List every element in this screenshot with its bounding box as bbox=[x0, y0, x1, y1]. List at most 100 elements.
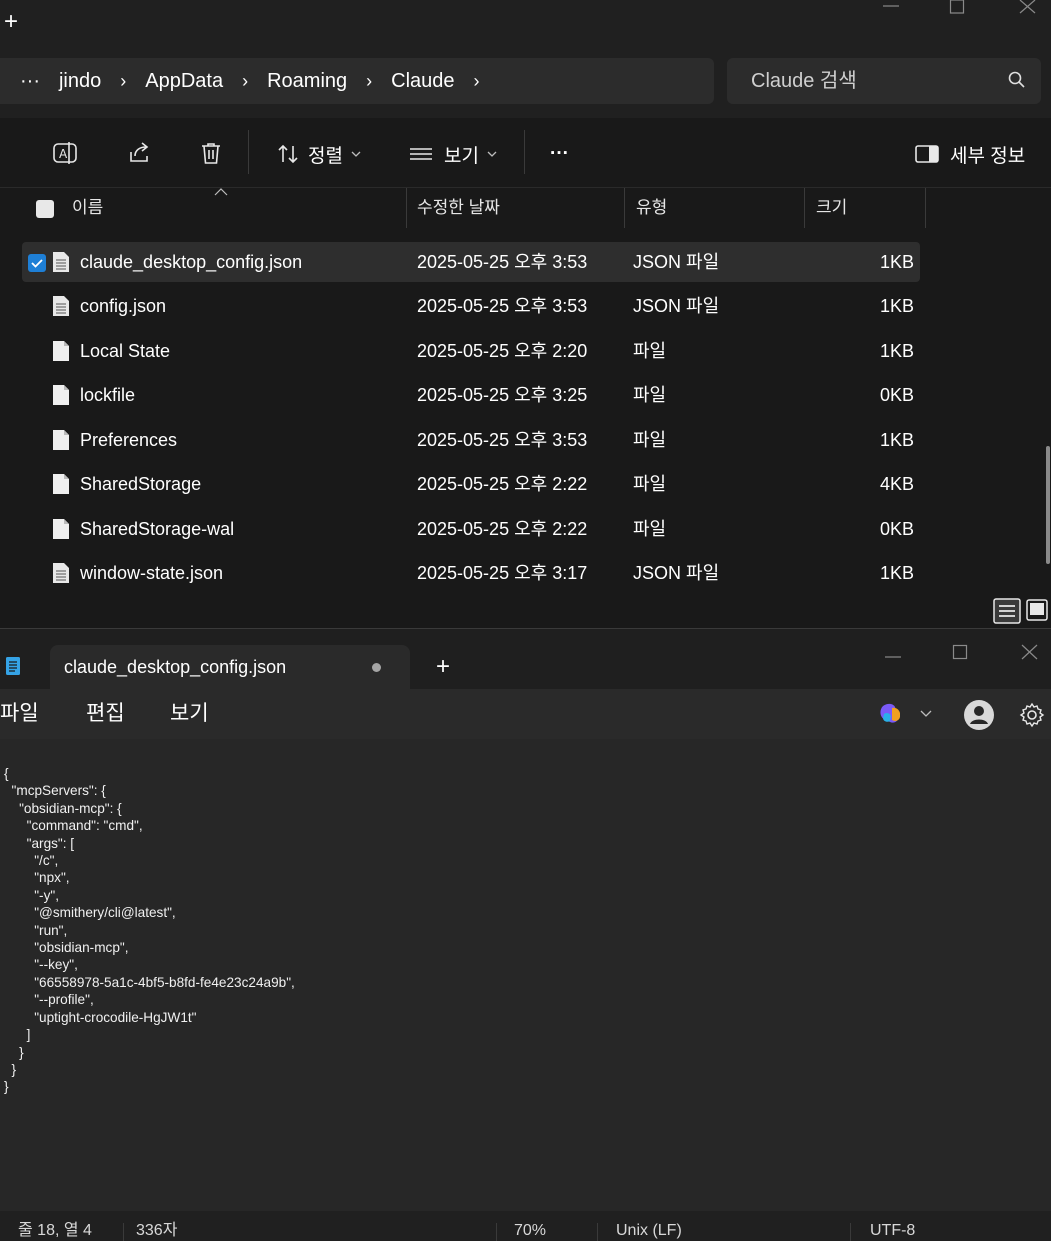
breadcrumb-separator[interactable]: › bbox=[474, 71, 480, 92]
row-checkbox[interactable] bbox=[28, 254, 46, 272]
status-divider bbox=[597, 1223, 598, 1241]
breadcrumb-overflow[interactable]: ··· bbox=[20, 70, 40, 93]
details-pane-icon bbox=[915, 145, 939, 163]
file-size: 1KB bbox=[879, 296, 914, 316]
status-encoding[interactable]: UTF-8 bbox=[870, 1223, 915, 1239]
details-pane-button[interactable]: 세부 정보 bbox=[914, 140, 1025, 168]
share-icon[interactable] bbox=[126, 140, 152, 166]
file-type: 파일 bbox=[633, 430, 667, 450]
breadcrumb-item-jindo[interactable]: jindo bbox=[59, 70, 101, 93]
sort-label: 정렬 bbox=[308, 145, 343, 167]
tiles-view-icon[interactable] bbox=[1025, 598, 1049, 624]
minimize-icon[interactable] bbox=[882, 0, 900, 12]
file-date: 2025-05-25 오후 3:25 bbox=[417, 385, 588, 405]
status-cursor-position[interactable]: 줄 18, 열 4 bbox=[18, 1223, 92, 1239]
column-divider[interactable] bbox=[406, 188, 407, 228]
notepad-window: claude_desktop_config.json + 파일 편집 보기 { … bbox=[0, 628, 1051, 1241]
file-row[interactable]: window-state.json 2025-05-25 오후 3:17 JSO… bbox=[22, 553, 920, 593]
blank-file-icon bbox=[53, 385, 69, 405]
new-tab-button[interactable]: + bbox=[4, 8, 18, 36]
file-date: 2025-05-25 오후 3:53 bbox=[417, 252, 588, 272]
status-divider bbox=[123, 1223, 124, 1241]
sort-button[interactable]: 정렬 bbox=[276, 140, 361, 168]
menu-view[interactable]: 보기 bbox=[170, 689, 209, 739]
breadcrumb-separator[interactable]: › bbox=[242, 71, 248, 92]
menu-file[interactable]: 파일 bbox=[0, 689, 39, 739]
minimize-icon[interactable] bbox=[884, 651, 902, 663]
close-icon[interactable] bbox=[1021, 644, 1039, 660]
chevron-down-icon[interactable] bbox=[920, 710, 932, 718]
file-type: 파일 bbox=[633, 385, 667, 405]
file-row[interactable]: SharedStorage 2025-05-25 오후 2:22 파일 4KB bbox=[22, 464, 920, 504]
view-button[interactable]: 보기 bbox=[408, 140, 497, 168]
new-tab-button[interactable]: + bbox=[436, 653, 450, 681]
breadcrumb-separator[interactable]: › bbox=[366, 71, 372, 92]
breadcrumb-item-claude[interactable]: Claude bbox=[391, 70, 454, 93]
tab-claude-desktop-config[interactable]: claude_desktop_config.json bbox=[50, 645, 410, 689]
search-box[interactable] bbox=[727, 58, 1041, 104]
svg-text:A: A bbox=[59, 147, 68, 161]
file-row[interactable]: Preferences 2025-05-25 오후 3:53 파일 1KB bbox=[22, 420, 920, 460]
file-row[interactable]: config.json 2025-05-25 오후 3:53 JSON 파일 1… bbox=[22, 286, 920, 326]
column-divider[interactable] bbox=[925, 188, 926, 228]
details-label: 세부 정보 bbox=[950, 145, 1026, 167]
file-size: 1KB bbox=[879, 430, 914, 450]
blank-file-icon bbox=[53, 519, 69, 539]
breadcrumb-item-roaming[interactable]: Roaming bbox=[267, 70, 347, 93]
file-row[interactable]: Local State 2025-05-25 오후 2:20 파일 1KB bbox=[22, 331, 920, 371]
view-toggle-group bbox=[993, 596, 1051, 626]
rename-icon[interactable]: A bbox=[52, 140, 78, 166]
file-type: JSON 파일 bbox=[633, 296, 720, 316]
toolbar-divider bbox=[248, 130, 249, 174]
file-name: Local State bbox=[80, 341, 171, 361]
json-file-icon bbox=[53, 563, 69, 583]
file-type: 파일 bbox=[633, 474, 667, 494]
select-all-checkbox[interactable] bbox=[36, 200, 54, 218]
menu-edit[interactable]: 편집 bbox=[86, 689, 125, 739]
delete-icon[interactable] bbox=[198, 140, 224, 166]
view-lines-icon bbox=[410, 148, 432, 160]
file-name: SharedStorage-wal bbox=[80, 519, 235, 539]
settings-gear-icon[interactable] bbox=[1019, 702, 1045, 728]
file-name: config.json bbox=[80, 296, 167, 316]
column-divider[interactable] bbox=[804, 188, 805, 228]
search-input[interactable] bbox=[727, 58, 987, 104]
copilot-icon[interactable] bbox=[878, 702, 904, 726]
column-divider[interactable] bbox=[624, 188, 625, 228]
notepad-menubar: 파일 편집 보기 bbox=[0, 689, 1051, 739]
maximize-icon[interactable] bbox=[949, 0, 965, 14]
column-header-date[interactable]: 수정한 날짜 bbox=[417, 188, 500, 228]
text-editor-area[interactable]: { "mcpServers": { "obsidian-mcp": { "com… bbox=[0, 739, 1051, 1211]
file-name: SharedStorage bbox=[80, 474, 202, 494]
blank-file-icon bbox=[53, 430, 69, 450]
sort-icon bbox=[278, 144, 298, 164]
file-row[interactable]: claude_desktop_config.json 2025-05-25 오후… bbox=[22, 242, 920, 282]
json-file-icon bbox=[53, 252, 69, 272]
close-icon[interactable] bbox=[1019, 0, 1037, 14]
file-name: claude_desktop_config.json bbox=[80, 252, 303, 272]
status-line-ending[interactable]: Unix (LF) bbox=[616, 1223, 682, 1239]
file-row[interactable]: SharedStorage-wal 2025-05-25 오후 2:22 파일 … bbox=[22, 509, 920, 549]
unsaved-indicator[interactable] bbox=[372, 663, 381, 672]
column-header-type[interactable]: 유형 bbox=[636, 188, 667, 228]
file-row[interactable]: lockfile 2025-05-25 오후 3:25 파일 0KB bbox=[22, 375, 920, 415]
column-header-size[interactable]: 크기 bbox=[816, 188, 847, 228]
editor-content[interactable]: { "mcpServers": { "obsidian-mcp": { "com… bbox=[4, 765, 295, 1096]
toolbar-divider bbox=[524, 130, 525, 174]
column-header-name[interactable]: 이름 bbox=[72, 188, 103, 228]
address-bar-area: ··· jindo › AppData › Roaming › Claude › bbox=[0, 46, 1051, 118]
file-date: 2025-05-25 오후 2:22 bbox=[417, 474, 588, 494]
status-zoom[interactable]: 70% bbox=[514, 1223, 546, 1239]
maximize-icon[interactable] bbox=[952, 644, 968, 660]
json-file-icon bbox=[53, 296, 69, 316]
breadcrumb-separator[interactable]: › bbox=[120, 71, 126, 92]
account-avatar-icon[interactable] bbox=[963, 699, 995, 731]
vertical-scrollbar[interactable] bbox=[1046, 446, 1050, 564]
status-bar: 줄 18, 열 4 336자 70% Unix (LF) UTF-8 bbox=[0, 1211, 1051, 1241]
details-view-icon[interactable] bbox=[993, 598, 1021, 624]
status-divider bbox=[496, 1223, 497, 1241]
more-options-button[interactable]: ··· bbox=[550, 140, 569, 168]
breadcrumb-item-appdata[interactable]: AppData bbox=[145, 70, 223, 93]
search-icon[interactable] bbox=[1007, 70, 1027, 90]
blank-file-icon bbox=[53, 341, 69, 361]
